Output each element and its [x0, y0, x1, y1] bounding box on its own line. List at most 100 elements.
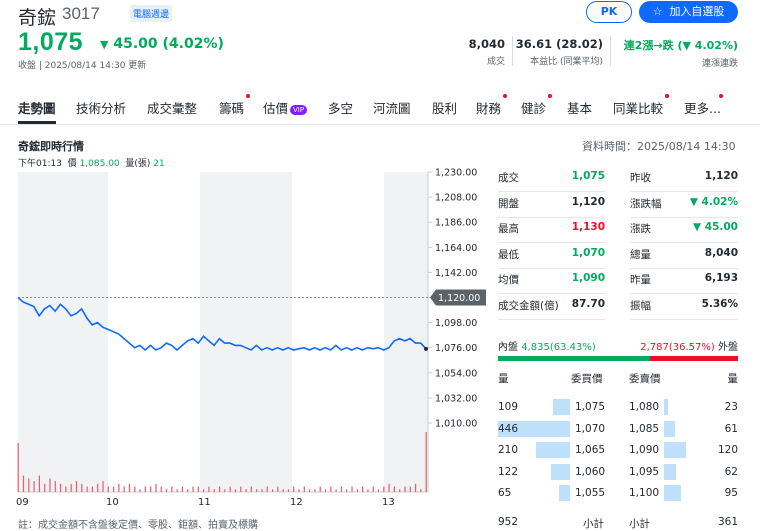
volume-bar: [107, 486, 109, 492]
volume-bar: [91, 486, 93, 492]
tab-dividend[interactable]: 股利: [432, 98, 457, 117]
divider: [512, 36, 513, 66]
stat-row: 最高 1,130: [498, 217, 605, 243]
volume-bar: [17, 442, 19, 492]
ask-price: 1,090: [629, 444, 660, 456]
volume-bar: [346, 489, 348, 492]
stat-row: 總量 8,040: [630, 243, 738, 269]
volume-bar: [155, 483, 157, 492]
pe-stat: 36.61 (28.02) 本益比 (同業平均): [515, 37, 603, 67]
ask-price: 1,080: [629, 401, 660, 413]
volume-bar: [340, 486, 343, 492]
industry-tag[interactable]: 電腦週邊: [130, 5, 173, 22]
pk-button[interactable]: PK: [586, 1, 632, 23]
volume-bar: [250, 486, 252, 492]
bid-total: 952: [498, 516, 519, 528]
volume-bar: [203, 489, 205, 492]
stat-label: 成交: [498, 172, 519, 184]
x-tick-label: 11: [198, 497, 211, 508]
update-time: 收盤 | 2025/08/14 14:30 更新: [18, 61, 147, 71]
tab-bull-bear[interactable]: 多空: [328, 98, 353, 117]
ask-depth-bar: [664, 485, 681, 501]
volume-bar: [393, 486, 396, 492]
tab-more[interactable]: 更多...: [684, 94, 723, 117]
new-dot: [548, 94, 553, 98]
tab-bar: 走勢圖 技術分析 成交彙整 籌碼 估價 VIP 多空 河流圖 股利 財務 健診 基…: [0, 94, 760, 125]
ask-volume: 95: [724, 487, 738, 499]
stat-label: 總量: [630, 248, 651, 261]
volume-bar: [75, 481, 78, 492]
volume-bar: [86, 486, 88, 492]
bid-depth-bar: [553, 399, 570, 415]
tab-basic[interactable]: 基本: [567, 98, 592, 117]
volume-bar: [309, 489, 311, 492]
volume-bar: [303, 486, 305, 492]
bid-price: 1,055: [575, 487, 606, 499]
stat-row: 昨收 1,120: [630, 166, 738, 192]
pe-label: 本益比 (同業平均): [530, 57, 603, 67]
bid-price: 1,070: [575, 422, 606, 435]
volume-bar: [54, 481, 56, 492]
tab-chips[interactable]: 籌碼: [219, 94, 251, 117]
volume-bar: [70, 483, 72, 492]
volume-bar: [181, 486, 184, 492]
ask-depth-bar: [664, 463, 676, 480]
volume-bar: [298, 489, 300, 492]
volume-bar: [144, 486, 146, 492]
volume-bar: [208, 486, 210, 492]
volume-bar: [425, 432, 427, 492]
tab-trend[interactable]: 走勢圖: [18, 98, 56, 117]
order-book-row: 65 1,055 1,100 95: [498, 485, 738, 503]
price-change: ▼ 45.00 (4.02%): [100, 36, 224, 52]
tab-technical[interactable]: 技術分析: [76, 98, 126, 117]
volume-bar: [49, 478, 51, 492]
tab-trades[interactable]: 成交彙整: [147, 98, 197, 117]
volume-bar: [409, 486, 411, 492]
bid-volume: 109: [498, 401, 519, 413]
ask-price: 1,085: [629, 422, 660, 435]
stat-value: ▼ 45.00: [693, 221, 738, 233]
stat-label: 振幅: [630, 299, 651, 312]
inner-outer-bar: [498, 356, 738, 361]
volume-bar: [112, 486, 115, 492]
volume-bar: [229, 486, 231, 492]
add-watchlist-button[interactable]: ☆ 加入自選股: [639, 1, 738, 23]
outer-label: 外盤: [718, 342, 738, 353]
intraday-chart[interactable]: 1,230.00 1,208.00 1,186.00 1,164.00 1,142.00…: [0, 168, 488, 513]
tab-valuation[interactable]: 估價 VIP: [263, 98, 308, 117]
tab-finance[interactable]: 財務: [476, 94, 508, 117]
ask-total: 361: [717, 516, 738, 528]
stat-label: 漲跌: [630, 223, 651, 235]
down-arrow-icon: ▼: [100, 38, 109, 51]
order-book-row: 122 1,060 1,095 62: [498, 463, 738, 482]
tab-peers[interactable]: 同業比較: [613, 94, 670, 117]
volume-bar: [65, 486, 67, 492]
volume-bar: [59, 483, 62, 492]
volume-bar: [372, 486, 374, 492]
bid-volume: 446: [498, 422, 519, 435]
bid-price: 1,065: [575, 444, 606, 456]
stat-row: 均價 1,090: [498, 268, 605, 294]
stat-value: 8,040: [704, 246, 738, 259]
bid-price-header: 委買價: [571, 373, 603, 385]
stat-row: 漲跌幅 ▼ 4.02%: [630, 192, 738, 218]
volume-bar: [150, 486, 152, 492]
ask-price-header: 委賣價: [629, 373, 661, 385]
volume-bar: [102, 481, 104, 492]
tab-river[interactable]: 河流圖: [373, 98, 411, 117]
tab-health[interactable]: 健診: [521, 94, 553, 117]
y-tick-label: 1,208.00: [435, 193, 477, 204]
stat-row: 開盤 1,120: [498, 192, 605, 218]
inner-outer-summary: 內盤 4,835(63.43%) 2,787(36.57%) 外盤: [498, 338, 738, 353]
price-change-value: 45.00 (4.02%): [113, 36, 224, 52]
y-tick-label: 1,098.00: [435, 318, 477, 329]
hour-band: [384, 172, 428, 492]
order-book-row: 446 1,070 1,085 61: [498, 420, 738, 439]
stat-row: 昨量 6,193: [630, 268, 738, 294]
streak-value: 連2漲→跌 (▼ 4.02%): [623, 39, 738, 52]
bid-depth-bar: [559, 485, 570, 501]
volume-bar: [134, 486, 136, 492]
volume-bar: [287, 489, 290, 492]
new-dot: [503, 94, 508, 98]
ask-price: 1,095: [629, 465, 660, 478]
